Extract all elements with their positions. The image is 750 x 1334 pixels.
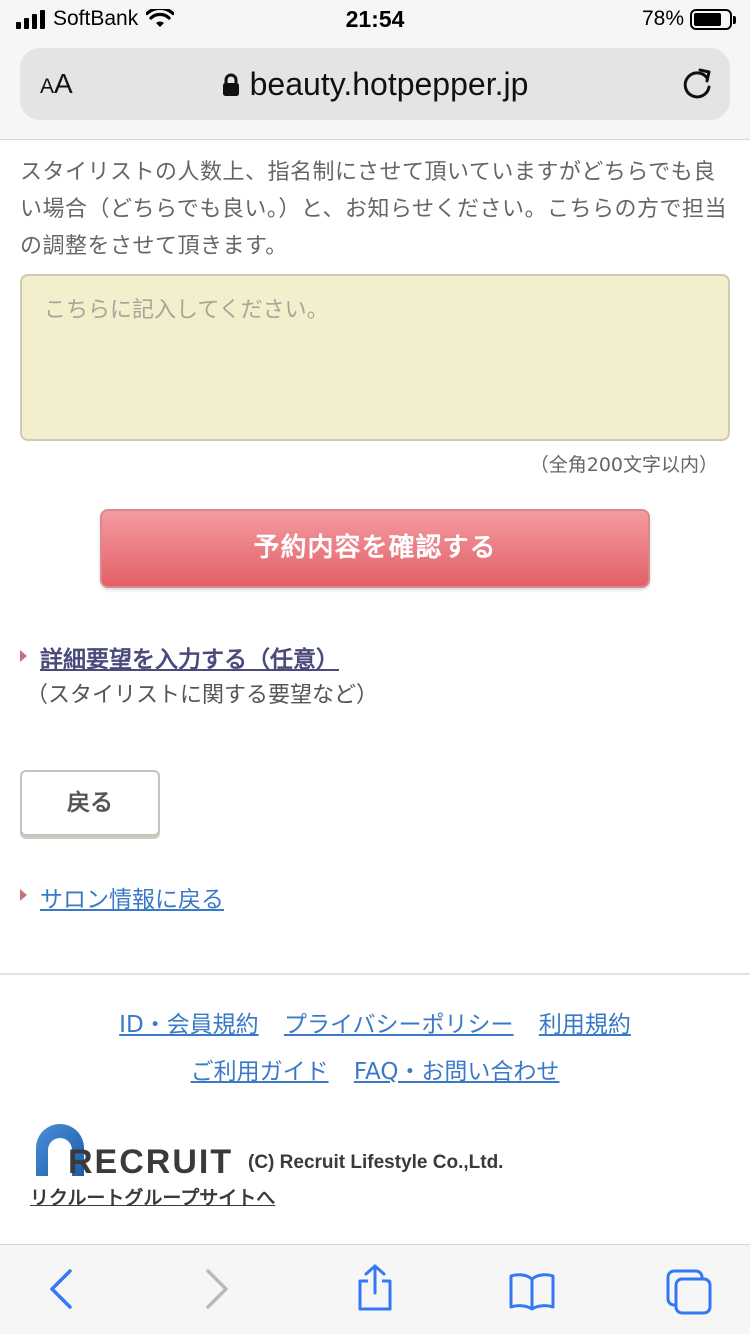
recruit-wordmark: RECRUIT xyxy=(68,1143,234,1181)
footer-links-row-2: ご利用ガイド FAQ・お問い合わせ xyxy=(0,1052,750,1086)
tabs-icon[interactable] xyxy=(664,1267,714,1315)
status-bar: SoftBank 21:54 78% xyxy=(0,0,750,40)
request-textarea[interactable] xyxy=(20,274,730,441)
back-button[interactable]: 戻る xyxy=(20,770,160,836)
share-icon[interactable] xyxy=(354,1263,396,1313)
browser-toolbar xyxy=(0,1244,750,1334)
footer-links-row-1: ID・会員規約 プライバシーポリシー 利用規約 xyxy=(0,1005,750,1039)
battery-percent: 78% xyxy=(641,7,684,30)
footer-link-privacy[interactable]: プライバシーポリシー xyxy=(284,1012,514,1038)
footer-divider xyxy=(0,973,750,975)
footer-link-faq[interactable]: FAQ・お問い合わせ xyxy=(354,1059,560,1085)
bookmarks-icon[interactable] xyxy=(508,1271,556,1311)
triangle-bullet-icon xyxy=(20,889,27,901)
address-bar[interactable]: AA beauty.hotpepper.jp xyxy=(20,48,730,120)
status-right: 78% xyxy=(641,7,736,31)
copyright-text: (C) Recruit Lifestyle Co.,Ltd. xyxy=(248,1152,504,1173)
battery-icon xyxy=(690,8,736,30)
battery-fill xyxy=(694,12,721,26)
char-limit-note: （全角200文字以内） xyxy=(529,454,718,476)
detail-request-link[interactable]: 詳細要望を入力する（任意） xyxy=(40,640,339,674)
url-display[interactable]: beauty.hotpepper.jp xyxy=(20,66,730,103)
footer-link-guide[interactable]: ご利用ガイド xyxy=(191,1059,329,1085)
recruit-group-link[interactable]: リクルートグループサイトへ xyxy=(30,1183,275,1210)
lock-icon xyxy=(222,73,239,96)
browser-address-area: AA beauty.hotpepper.jp xyxy=(0,40,750,140)
salon-info-link[interactable]: サロン情報に戻る xyxy=(40,880,224,914)
footer-link-terms[interactable]: 利用規約 xyxy=(539,1012,631,1038)
url-text: beauty.hotpepper.jp xyxy=(249,66,529,102)
confirm-reservation-button[interactable]: 予約内容を確認する xyxy=(100,509,650,588)
footer-link-member-terms[interactable]: ID・会員規約 xyxy=(119,1012,259,1038)
forward-icon[interactable] xyxy=(202,1267,232,1311)
back-icon[interactable] xyxy=(46,1267,76,1311)
status-time: 21:54 xyxy=(345,6,405,32)
nomination-notice: スタイリストの人数上、指名制にさせて頂いていますがどちらでも良い場合（どちらでも… xyxy=(20,160,728,259)
triangle-bullet-icon xyxy=(20,650,27,662)
reload-icon[interactable] xyxy=(680,66,714,102)
detail-request-note: （スタイリストに関する要望など） xyxy=(26,683,379,708)
